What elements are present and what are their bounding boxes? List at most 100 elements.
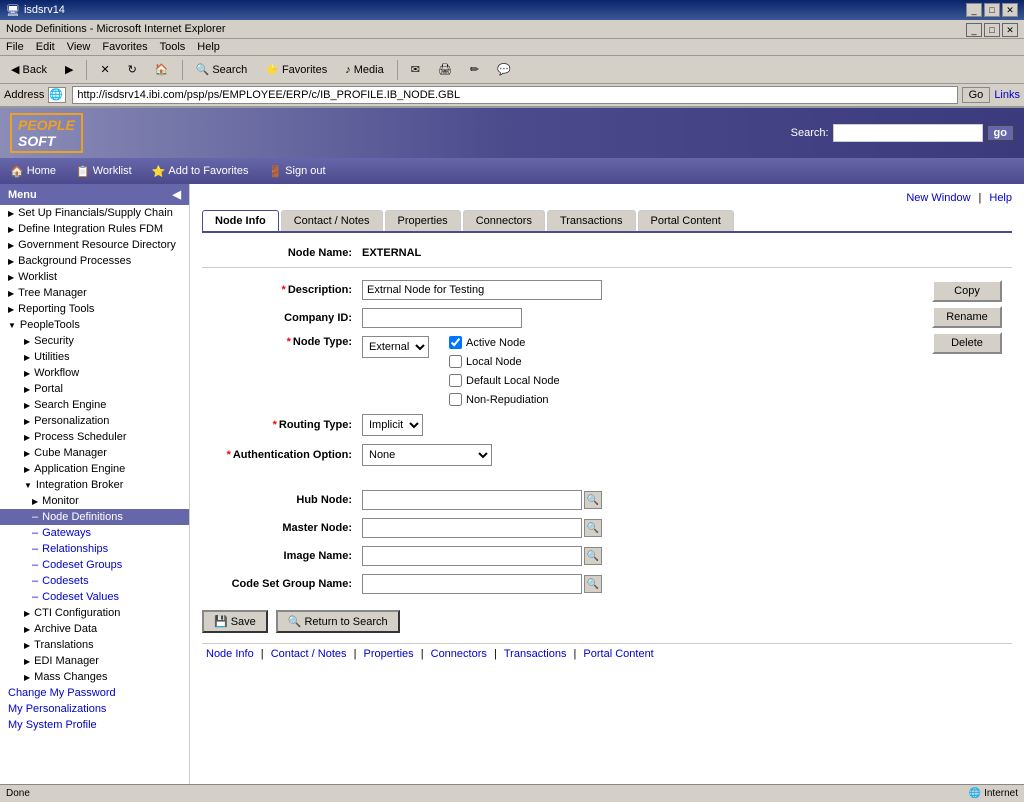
- ps-search-go-button[interactable]: go: [987, 125, 1014, 141]
- sidebar-item-portal[interactable]: ▶ Portal: [0, 381, 189, 397]
- tab-contact-notes[interactable]: Contact / Notes: [281, 210, 383, 231]
- menu-tools[interactable]: Tools: [160, 41, 186, 53]
- refresh-button[interactable]: ↻: [121, 60, 144, 79]
- hub-node-search-button[interactable]: 🔍: [584, 491, 602, 509]
- sidebar-item-workflow[interactable]: ▶ Workflow: [0, 365, 189, 381]
- bottom-link-contact-notes[interactable]: Contact / Notes: [271, 648, 347, 660]
- bottom-link-portal-content[interactable]: Portal Content: [583, 648, 653, 660]
- favorites-toolbar-button[interactable]: ⭐ Favorites: [258, 60, 334, 79]
- tab-transactions[interactable]: Transactions: [547, 210, 636, 231]
- close-button[interactable]: ✕: [1002, 3, 1018, 17]
- sidebar-item-personalization[interactable]: ▶ Personalization: [0, 413, 189, 429]
- edit-toolbar-button[interactable]: ✏: [463, 60, 486, 79]
- master-node-search-button[interactable]: 🔍: [584, 519, 602, 537]
- tab-node-info[interactable]: Node Info: [202, 210, 279, 231]
- bottom-link-node-info[interactable]: Node Info: [206, 648, 254, 660]
- sidebar-item-my-system-profile[interactable]: My System Profile: [0, 717, 189, 733]
- sidebar-item-codesets[interactable]: – Codesets: [0, 573, 189, 589]
- image-name-search-button[interactable]: 🔍: [584, 547, 602, 565]
- menu-favorites[interactable]: Favorites: [102, 41, 147, 53]
- tab-connectors[interactable]: Connectors: [463, 210, 545, 231]
- maximize-button[interactable]: □: [984, 3, 1000, 17]
- sidebar-item-relationships[interactable]: – Relationships: [0, 541, 189, 557]
- media-toolbar-button[interactable]: ♪ Media: [338, 61, 391, 79]
- discuss-button[interactable]: 💬: [490, 60, 518, 79]
- minimize-button[interactable]: _: [966, 3, 982, 17]
- sidebar-item-worklist[interactable]: ▶ Worklist: [0, 269, 189, 285]
- sidebar-item-tree-manager[interactable]: ▶ Tree Manager: [0, 285, 189, 301]
- tab-properties[interactable]: Properties: [385, 210, 461, 231]
- mail-button[interactable]: ✉: [404, 60, 427, 79]
- sidebar-item-security[interactable]: ▶ Security: [0, 333, 189, 349]
- menu-help[interactable]: Help: [197, 41, 220, 53]
- sidebar-item-cube-manager[interactable]: ▶ Cube Manager: [0, 445, 189, 461]
- rename-button[interactable]: Rename: [932, 306, 1002, 328]
- sidebar-item-reporting[interactable]: ▶ Reporting Tools: [0, 301, 189, 317]
- sidebar-item-mass-changes[interactable]: ▶ Mass Changes: [0, 669, 189, 685]
- sidebar-item-bg-processes[interactable]: ▶ Background Processes: [0, 253, 189, 269]
- bottom-link-transactions[interactable]: Transactions: [504, 648, 567, 660]
- stop-button[interactable]: ✕: [93, 60, 116, 79]
- nav-worklist[interactable]: 📋 Worklist: [76, 165, 132, 178]
- sidebar-item-edi[interactable]: ▶ EDI Manager: [0, 653, 189, 669]
- sidebar-item-integration-broker[interactable]: ▼ Integration Broker: [0, 477, 189, 493]
- ie-minimize-button[interactable]: _: [966, 23, 982, 37]
- sidebar-item-government[interactable]: ▶ Government Resource Directory: [0, 237, 189, 253]
- menu-view[interactable]: View: [67, 41, 91, 53]
- sidebar-item-codeset-values[interactable]: – Codeset Values: [0, 589, 189, 605]
- bottom-link-connectors[interactable]: Connectors: [431, 648, 487, 660]
- sidebar-item-monitor[interactable]: ▶ Monitor: [0, 493, 189, 509]
- sidebar-item-gateways[interactable]: – Gateways: [0, 525, 189, 541]
- sidebar-item-search-engine[interactable]: ▶ Search Engine: [0, 397, 189, 413]
- new-window-link[interactable]: New Window: [906, 192, 970, 204]
- search-toolbar-button[interactable]: 🔍 Search: [189, 60, 255, 79]
- sidebar-item-app-engine[interactable]: ▶ Application Engine: [0, 461, 189, 477]
- code-set-group-search-button[interactable]: 🔍: [584, 575, 602, 593]
- sidebar-item-peopletools[interactable]: ▼ PeopleTools: [0, 317, 189, 333]
- sidebar-item-utilities[interactable]: ▶ Utilities: [0, 349, 189, 365]
- links-label[interactable]: Links: [994, 89, 1020, 101]
- menu-edit[interactable]: Edit: [36, 41, 55, 53]
- auth-option-select[interactable]: None Password Certificate: [362, 444, 492, 466]
- ie-maximize-button[interactable]: □: [984, 23, 1000, 37]
- home-button[interactable]: 🏠: [148, 60, 176, 79]
- bottom-link-properties[interactable]: Properties: [364, 648, 414, 660]
- description-input[interactable]: [362, 280, 602, 300]
- routing-type-select[interactable]: Implicit Explicit: [362, 414, 423, 436]
- help-link[interactable]: Help: [989, 192, 1012, 204]
- address-input[interactable]: [72, 86, 957, 104]
- copy-button[interactable]: Copy: [932, 280, 1002, 302]
- nav-home[interactable]: 🏠 Home: [10, 165, 56, 178]
- node-type-select[interactable]: External Internal: [362, 336, 429, 358]
- forward-button[interactable]: ▶: [58, 60, 80, 79]
- print-button[interactable]: 🖨: [431, 60, 459, 79]
- hub-node-input[interactable]: [362, 490, 582, 510]
- non-repudiation-checkbox[interactable]: [449, 393, 462, 406]
- nav-sign-out[interactable]: 🚪 Sign out: [268, 165, 325, 178]
- sidebar-item-integration-rules[interactable]: ▶ Define Integration Rules FDM: [0, 221, 189, 237]
- sidebar-item-translations[interactable]: ▶ Translations: [0, 637, 189, 653]
- default-local-node-checkbox[interactable]: [449, 374, 462, 387]
- delete-button[interactable]: Delete: [932, 332, 1002, 354]
- menu-file[interactable]: File: [6, 41, 24, 53]
- sidebar-item-cti[interactable]: ▶ CTI Configuration: [0, 605, 189, 621]
- save-button[interactable]: 💾 Save: [202, 610, 268, 633]
- company-id-input[interactable]: [362, 308, 522, 328]
- ie-close-button[interactable]: ✕: [1002, 23, 1018, 37]
- active-node-checkbox[interactable]: [449, 336, 462, 349]
- back-button[interactable]: ◀ Back: [4, 60, 54, 79]
- sidebar-item-node-definitions[interactable]: – Node Definitions: [0, 509, 189, 525]
- image-name-input[interactable]: [362, 546, 582, 566]
- local-node-checkbox[interactable]: [449, 355, 462, 368]
- ps-search-input[interactable]: [833, 124, 983, 142]
- code-set-group-input[interactable]: [362, 574, 582, 594]
- sidebar-item-supply-chain[interactable]: ▶ Set Up Financials/Supply Chain: [0, 205, 189, 221]
- master-node-input[interactable]: [362, 518, 582, 538]
- title-bar-controls[interactable]: _ □ ✕: [966, 3, 1018, 17]
- sidebar-item-my-personalizations[interactable]: My Personalizations: [0, 701, 189, 717]
- nav-add-favorites[interactable]: ⭐ Add to Favorites: [152, 165, 249, 178]
- tab-portal-content[interactable]: Portal Content: [638, 210, 734, 231]
- sidebar-item-archive[interactable]: ▶ Archive Data: [0, 621, 189, 637]
- sidebar-collapse-icon[interactable]: ◀: [173, 188, 181, 201]
- return-to-search-button[interactable]: 🔍 Return to Search: [276, 610, 400, 633]
